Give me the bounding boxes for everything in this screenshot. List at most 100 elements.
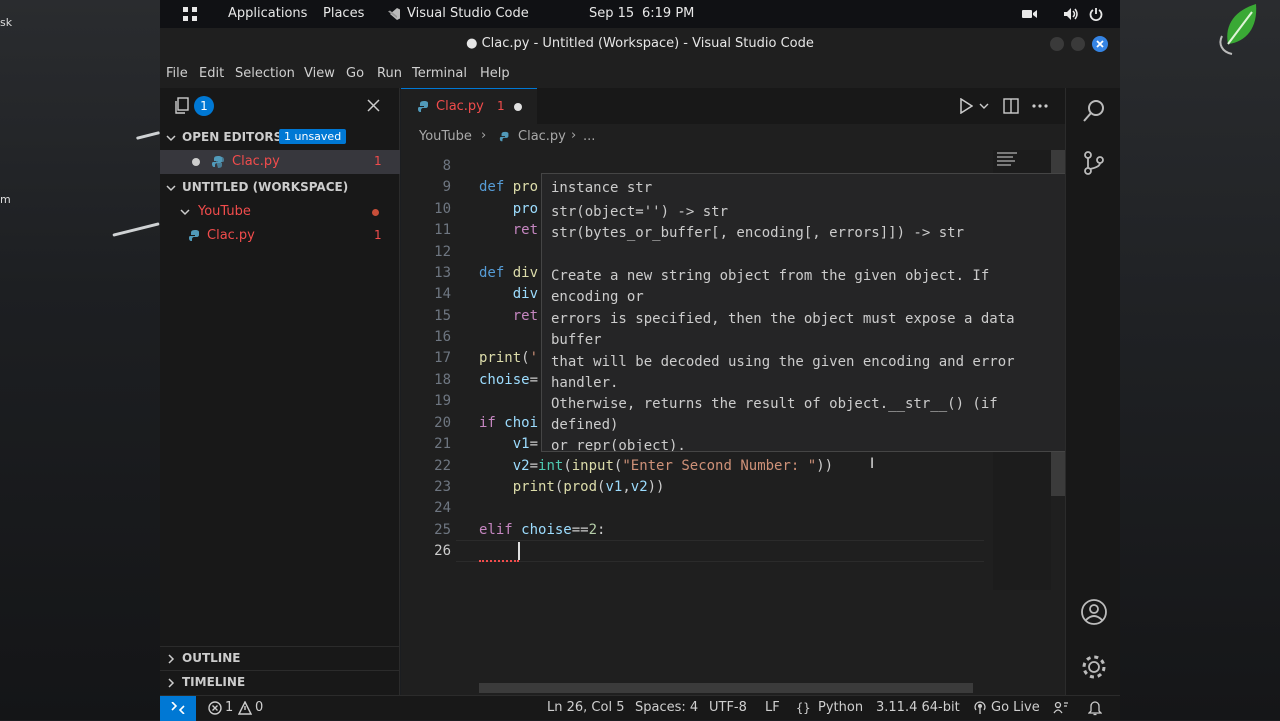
open-editors-section-header[interactable]: OPEN EDITORS 1 unsaved <box>160 126 400 150</box>
source-control-icon[interactable] <box>1082 150 1106 176</box>
camera-indicator-icon[interactable] <box>1022 8 1038 20</box>
date[interactable]: Sep 15 <box>589 6 634 21</box>
run-icon[interactable] <box>959 98 973 114</box>
app-grid-icon[interactable] <box>182 6 198 22</box>
maximize-button[interactable] <box>1071 37 1085 51</box>
menu-run[interactable]: Run <box>377 66 402 81</box>
tab-label: Clac.py <box>436 99 484 114</box>
chevron-down-icon <box>180 209 190 216</box>
line-number: 18 <box>434 372 451 388</box>
applications-menu[interactable]: Applications <box>228 6 307 21</box>
breadcrumb-file[interactable]: Clac.py <box>518 129 566 144</box>
code-line: if choi <box>479 415 539 431</box>
file-item[interactable]: Clac.py 1 <box>160 224 400 248</box>
language-braces-icon[interactable]: {} <box>796 701 810 715</box>
folder-item[interactable]: YouTube <box>160 200 400 224</box>
line-number: 21 <box>434 436 451 452</box>
desktop-decoration <box>135 131 161 140</box>
status-bar: 1 0 Ln 26, Col 5 Spaces: 4 UTF-8 LF {} P… <box>160 695 1120 721</box>
text-cursor <box>518 542 520 560</box>
places-menu[interactable]: Places <box>323 6 364 21</box>
tab-clac-py[interactable]: Clac.py 1 <box>401 88 537 124</box>
file-name: Clac.py <box>207 228 255 243</box>
code-line: v2=int(input("Enter Second Number: ")) <box>512 458 834 474</box>
go-live-button[interactable]: Go Live <box>991 700 1040 715</box>
feedback-icon[interactable] <box>1053 701 1069 715</box>
remote-icon <box>171 702 185 714</box>
desktop-background-left: sk m <box>0 0 161 720</box>
code-line: ret <box>512 222 539 238</box>
python-interpreter[interactable]: 3.11.4 64-bit <box>876 700 960 715</box>
hover-line: defined) <box>551 417 619 433</box>
notifications-bell-icon[interactable] <box>1088 700 1102 716</box>
python-file-icon <box>212 156 224 168</box>
system-top-bar: Applications Places Visual Studio Code S… <box>160 0 1120 28</box>
code-line: ret <box>512 308 539 324</box>
menu-file[interactable]: File <box>166 66 188 81</box>
mouse-ibeam-cursor: I <box>870 456 875 472</box>
explorer-files-icon[interactable] <box>174 97 190 115</box>
time[interactable]: 6:19 PM <box>642 6 694 21</box>
outline-section-header[interactable]: OUTLINE <box>160 646 400 670</box>
remote-indicator[interactable] <box>160 696 196 721</box>
active-app-name[interactable]: Visual Studio Code <box>407 6 529 21</box>
modified-dot-icon <box>372 209 379 216</box>
breadcrumb-folder[interactable]: YouTube <box>419 129 472 144</box>
open-editor-item[interactable]: Clac.py 1 <box>160 150 400 174</box>
python-file-icon <box>418 101 428 112</box>
menu-terminal[interactable]: Terminal <box>412 66 467 81</box>
folder-name: YouTube <box>198 204 251 219</box>
hover-line: str(object='') -> str <box>551 204 729 220</box>
volume-icon[interactable] <box>1063 7 1079 21</box>
split-editor-icon[interactable] <box>1003 98 1019 114</box>
code-line: def div <box>479 265 539 281</box>
chevron-right-icon <box>168 654 175 664</box>
tab-unsaved-dot-icon[interactable] <box>514 103 522 111</box>
warning-icon[interactable] <box>238 701 252 715</box>
language-mode[interactable]: Python <box>818 700 863 715</box>
warning-count[interactable]: 0 <box>255 700 263 715</box>
encoding[interactable]: UTF-8 <box>709 700 747 715</box>
close-sidebar-icon[interactable] <box>367 99 380 112</box>
hover-line: errors is specified, then the object mus… <box>551 311 1015 327</box>
code-line: print(' <box>479 350 539 366</box>
menu-selection[interactable]: Selection <box>235 66 295 81</box>
more-actions-icon[interactable] <box>1032 104 1048 108</box>
hover-line: that will be decoded using the given enc… <box>551 354 1015 370</box>
menu-help[interactable]: Help <box>480 66 510 81</box>
unsaved-dot-icon[interactable] <box>192 158 200 166</box>
account-icon[interactable] <box>1080 598 1108 626</box>
close-window-button[interactable] <box>1092 36 1108 52</box>
tab-problem-count: 1 <box>497 99 505 113</box>
unsaved-badge: 1 unsaved <box>279 129 347 144</box>
settings-gear-icon[interactable] <box>1080 653 1108 681</box>
menu-go[interactable]: Go <box>346 66 364 81</box>
error-count[interactable]: 1 <box>225 700 233 715</box>
line-number: 14 <box>434 286 451 302</box>
menu-view[interactable]: View <box>304 66 335 81</box>
indentation[interactable]: Spaces: 4 <box>635 700 698 715</box>
line-number-active: 26 <box>434 543 451 559</box>
python-file-icon <box>189 230 199 241</box>
line-number: 13 <box>434 265 451 281</box>
line-number: 15 <box>434 308 451 324</box>
menu-edit[interactable]: Edit <box>199 66 224 81</box>
power-icon[interactable] <box>1089 7 1103 21</box>
workspace-section-header[interactable]: UNTITLED (WORKSPACE) <box>160 176 400 200</box>
search-icon[interactable] <box>1081 98 1107 124</box>
menu-bar: File Edit Selection View Go Run Terminal… <box>160 60 1120 88</box>
breadcrumb-more[interactable]: ... <box>583 129 595 144</box>
line-ending[interactable]: LF <box>765 700 780 715</box>
chevron-down-icon[interactable] <box>979 102 989 110</box>
error-icon[interactable] <box>208 701 222 715</box>
broadcast-icon[interactable] <box>974 701 986 715</box>
chevron-down-icon <box>166 135 176 142</box>
desktop-decoration <box>112 222 160 237</box>
horizontal-scrollbar[interactable] <box>479 683 973 693</box>
timeline-label: TIMELINE <box>182 675 246 689</box>
desktop-background-right <box>1120 0 1280 720</box>
minimize-button[interactable] <box>1050 37 1064 51</box>
timeline-section-header[interactable]: TIMELINE <box>160 670 400 694</box>
line-number: 11 <box>434 222 451 238</box>
cursor-position[interactable]: Ln 26, Col 5 <box>547 700 624 715</box>
